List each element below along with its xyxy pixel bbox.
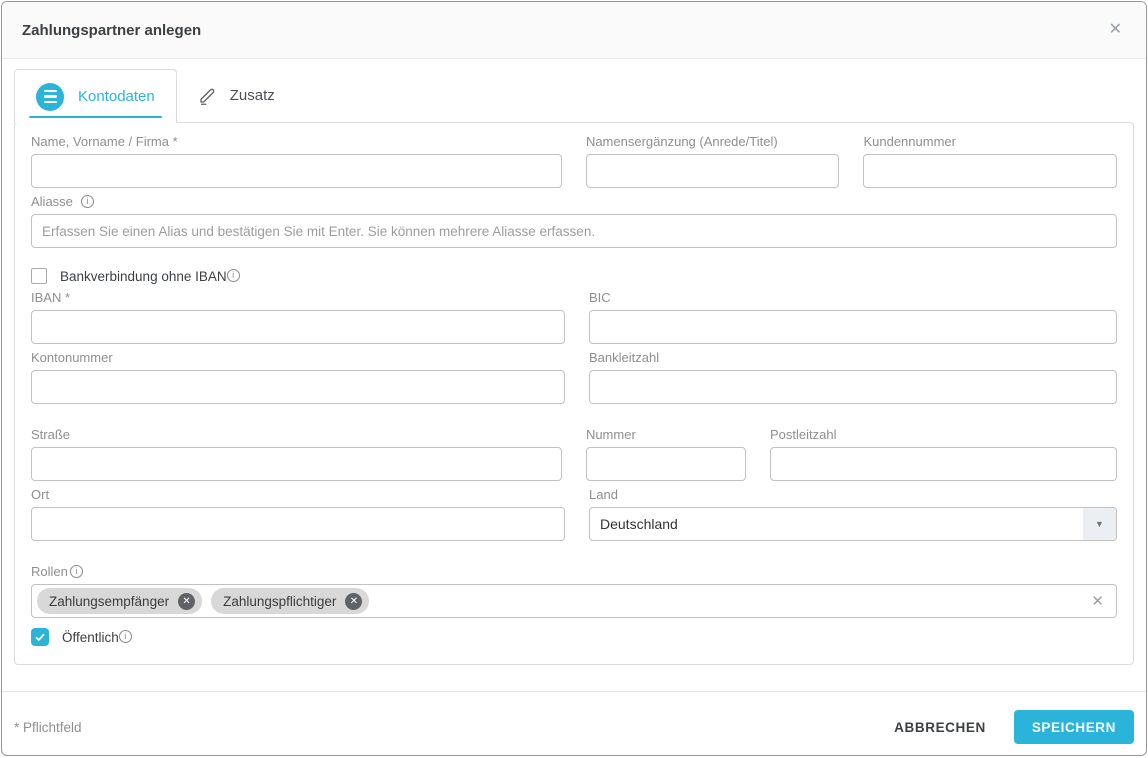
info-icon[interactable]: i [119, 630, 132, 643]
row-no-iban: Bankverbindung ohne IBAN i [31, 268, 1117, 284]
dialog-header: Zahlungspartner anlegen ✕ [2, 2, 1146, 59]
public-label: Öffentlich i [62, 630, 132, 645]
chip-remove-icon[interactable]: ✕ [345, 593, 362, 610]
city-label: Ort [31, 488, 565, 502]
iban-label: IBAN * [31, 291, 565, 305]
row-name: Name, Vorname / Firma * Namensergänzung … [31, 123, 1117, 188]
name-label: Name, Vorname / Firma * [31, 135, 562, 149]
postal-code-input[interactable] [770, 447, 1117, 481]
public-label-text: Öffentlich [62, 630, 119, 645]
row-iban-bic: IBAN * BIC [31, 284, 1117, 344]
chip-remove-icon[interactable]: ✕ [178, 593, 195, 610]
role-chip: Zahlungsempfänger ✕ [37, 588, 202, 614]
tab-label: Kontodaten [78, 88, 155, 105]
iban-input[interactable] [31, 310, 565, 344]
account-number-label: Kontonummer [31, 351, 565, 365]
check-icon [34, 631, 46, 643]
row-public: Öffentlich i [31, 628, 1117, 646]
aliasse-label: Aliasse i [31, 195, 1117, 209]
no-iban-label: Bankverbindung ohne IBAN i [60, 269, 240, 284]
no-iban-checkbox[interactable] [31, 268, 47, 284]
customer-number-label: Kundennummer [863, 135, 1117, 149]
aliasse-label-text: Aliasse [31, 195, 73, 209]
chevron-down-icon: ▼ [1083, 508, 1116, 540]
footer-actions: ABBRECHEN SPEICHERN [878, 710, 1134, 745]
country-select-value: Deutschland [590, 516, 1083, 532]
form-panel: Name, Vorname / Firma * Namensergänzung … [14, 122, 1134, 665]
name-suffix-label: Namensergänzung (Anrede/Titel) [586, 135, 840, 149]
info-icon[interactable]: i [70, 565, 83, 578]
dialog-footer: * Pflichtfeld ABBRECHEN SPEICHERN [2, 692, 1146, 756]
street-input[interactable] [31, 447, 562, 481]
house-number-input[interactable] [586, 447, 746, 481]
bank-code-input[interactable] [589, 370, 1117, 404]
close-icon[interactable]: ✕ [1105, 18, 1126, 42]
tab-zusatz[interactable]: Zusatz [177, 69, 296, 122]
bank-code-label: Bankleitzahl [589, 351, 1117, 365]
aliasse-input[interactable] [31, 214, 1117, 248]
row-city-country: Ort Land Deutschland ▼ [31, 481, 1117, 541]
info-icon[interactable]: i [81, 195, 94, 208]
bic-label: BIC [589, 291, 1117, 305]
name-input[interactable] [31, 154, 562, 188]
required-field-note: * Pflichtfeld [14, 720, 82, 735]
postal-code-label: Postleitzahl [770, 428, 1117, 442]
field-rollen: Rollen i Zahlungsempfänger ✕ Zahlungspfl… [31, 541, 1117, 618]
account-number-input[interactable] [31, 370, 565, 404]
save-button[interactable]: SPEICHERN [1014, 710, 1134, 744]
clear-roles-icon[interactable]: ✕ [1091, 592, 1104, 610]
dialog-title: Zahlungspartner anlegen [22, 22, 201, 39]
tab-bar: Kontodaten Zusatz [14, 69, 1134, 122]
bic-input[interactable] [589, 310, 1117, 344]
tab-label: Zusatz [230, 87, 275, 104]
roles-label: Rollen i [31, 565, 1117, 579]
customer-number-input[interactable] [863, 154, 1117, 188]
cancel-button[interactable]: ABBRECHEN [878, 710, 1002, 745]
street-label: Straße [31, 428, 562, 442]
info-icon[interactable]: i [227, 269, 240, 282]
row-street: Straße Nummer Postleitzahl [31, 404, 1117, 481]
house-number-label: Nummer [586, 428, 746, 442]
public-checkbox[interactable] [31, 628, 49, 646]
role-chip: Zahlungspflichtiger ✕ [211, 588, 369, 614]
list-icon [36, 83, 64, 111]
pencil-icon [198, 87, 216, 105]
role-chip-label: Zahlungsempfänger [49, 594, 169, 609]
dialog-zahlungspartner-anlegen: Zahlungspartner anlegen ✕ Kontodaten Zus… [1, 1, 1147, 756]
name-suffix-input[interactable] [586, 154, 840, 188]
country-label: Land [589, 488, 1117, 502]
country-select[interactable]: Deutschland ▼ [589, 507, 1117, 541]
dialog-body: Kontodaten Zusatz Name, Vorname / Firma … [2, 59, 1146, 665]
active-tab-underline [29, 116, 162, 118]
no-iban-label-text: Bankverbindung ohne IBAN [60, 269, 227, 284]
row-konto-blz: Kontonummer Bankleitzahl [31, 344, 1117, 404]
city-input[interactable] [31, 507, 565, 541]
role-chip-label: Zahlungspflichtiger [223, 594, 336, 609]
field-aliasse: Aliasse i [31, 188, 1117, 248]
roles-label-text: Rollen [31, 565, 68, 579]
roles-input[interactable]: Zahlungsempfänger ✕ Zahlungspflichtiger … [31, 584, 1117, 618]
tab-kontodaten[interactable]: Kontodaten [14, 69, 177, 123]
